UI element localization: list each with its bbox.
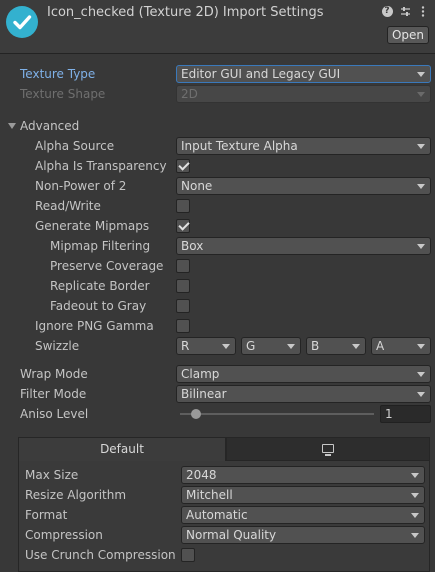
swizzle-b-dropdown[interactable]: B (306, 337, 366, 355)
preserve-coverage-label: Preserve Coverage (50, 259, 164, 273)
swizzle-r-value: R (181, 339, 190, 353)
filter-mode-value: Bilinear (181, 387, 227, 401)
chevron-down-icon (411, 513, 419, 518)
swizzle-b-value: B (311, 339, 320, 353)
resize-algorithm-label: Resize Algorithm (25, 488, 127, 502)
read-write-checkbox[interactable] (176, 199, 190, 213)
chevron-down-icon (411, 533, 419, 538)
texture-shape-dropdown: 2D (176, 85, 431, 103)
presets-icon[interactable] (399, 5, 411, 17)
swizzle-g-value: G (246, 339, 256, 353)
inspector-header: Icon_checked (Texture 2D) Import Setting… (0, 0, 435, 54)
chevron-down-icon (417, 344, 425, 349)
non-power-of-2-value: None (181, 179, 213, 193)
swizzle-a-value: A (376, 339, 385, 353)
compression-dropdown[interactable]: Normal Quality (181, 526, 425, 544)
aniso-slider-thumb[interactable] (191, 409, 202, 419)
tab-default[interactable]: Default (18, 437, 226, 461)
filter-mode-dropdown[interactable]: Bilinear (176, 385, 431, 403)
swizzle-g-dropdown[interactable]: G (241, 337, 301, 355)
non-power-of-2-dropdown[interactable]: None (176, 177, 431, 195)
chevron-down-icon (417, 372, 425, 377)
replicate-border-checkbox[interactable] (176, 279, 190, 293)
mipmap-filtering-dropdown[interactable]: Box (176, 237, 431, 255)
chevron-down-icon (417, 392, 425, 397)
texture-shape-label: Texture Shape (20, 87, 106, 101)
mipmap-filtering-value: Box (181, 239, 204, 253)
aniso-level-field[interactable]: 1 (380, 405, 431, 423)
chevron-down-icon (411, 493, 419, 498)
chevron-down-icon (417, 72, 425, 77)
chevron-down-icon (417, 92, 425, 97)
alpha-source-value: Input Texture Alpha (181, 139, 298, 153)
asset-title: Icon_checked (Texture 2D) Import Setting… (47, 5, 324, 20)
swizzle-r-dropdown[interactable]: R (176, 337, 236, 355)
compression-label: Compression (25, 528, 103, 542)
compression-value: Normal Quality (186, 528, 277, 542)
generate-mipmaps-checkbox[interactable] (176, 219, 190, 233)
format-label: Format (25, 508, 68, 522)
chevron-down-icon (352, 344, 360, 349)
chevron-down-icon (222, 344, 230, 349)
alpha-is-transparency-checkbox[interactable] (176, 159, 190, 173)
chevron-down-icon (411, 473, 419, 478)
mipmap-filtering-label: Mipmap Filtering (50, 239, 151, 253)
replicate-border-label: Replicate Border (50, 279, 150, 293)
swizzle-a-dropdown[interactable]: A (371, 337, 431, 355)
use-crunch-label: Use Crunch Compression (25, 548, 176, 562)
use-crunch-checkbox[interactable] (181, 548, 195, 562)
monitor-icon (322, 444, 334, 456)
aniso-level-label: Aniso Level (20, 407, 89, 421)
max-size-dropdown[interactable]: 2048 (181, 466, 425, 484)
wrap-mode-label: Wrap Mode (20, 367, 88, 381)
texture-shape-value: 2D (181, 87, 198, 101)
wrap-mode-value: Clamp (181, 367, 220, 381)
alpha-is-transparency-label: Alpha Is Transparency (35, 159, 167, 173)
resize-algorithm-value: Mitchell (186, 488, 233, 502)
help-icon[interactable]: ? (381, 5, 393, 17)
preserve-coverage-checkbox[interactable] (176, 259, 190, 273)
chevron-down-icon (417, 184, 425, 189)
ignore-png-gamma-checkbox[interactable] (176, 319, 190, 333)
checkmark-icon (6, 6, 38, 38)
tab-standalone[interactable] (226, 437, 430, 461)
max-size-label: Max Size (25, 468, 79, 482)
format-value: Automatic (186, 508, 248, 522)
kebab-menu-icon[interactable] (417, 5, 429, 17)
swizzle-label: Swizzle (35, 339, 80, 353)
chevron-down-icon (417, 144, 425, 149)
open-button[interactable]: Open (387, 26, 429, 44)
alpha-source-label: Alpha Source (35, 139, 115, 153)
texture-type-value: Editor GUI and Legacy GUI (181, 67, 341, 81)
texture-type-dropdown[interactable]: Editor GUI and Legacy GUI (176, 65, 431, 83)
chevron-down-icon (417, 244, 425, 249)
foldout-arrow-icon[interactable] (8, 123, 16, 129)
ignore-png-gamma-label: Ignore PNG Gamma (35, 319, 154, 333)
read-write-label: Read/Write (35, 199, 101, 213)
alpha-source-dropdown[interactable]: Input Texture Alpha (176, 137, 431, 155)
filter-mode-label: Filter Mode (20, 387, 87, 401)
chevron-down-icon (287, 344, 295, 349)
fadeout-to-gray-label: Fadeout to Gray (50, 299, 147, 313)
texture-type-label: Texture Type (20, 67, 96, 81)
resize-algorithm-dropdown[interactable]: Mitchell (181, 486, 425, 504)
advanced-foldout[interactable]: Advanced (20, 116, 79, 136)
wrap-mode-dropdown[interactable]: Clamp (176, 365, 431, 383)
format-dropdown[interactable]: Automatic (181, 506, 425, 524)
fadeout-to-gray-checkbox[interactable] (176, 299, 190, 313)
max-size-value: 2048 (186, 468, 217, 482)
non-power-of-2-label: Non-Power of 2 (35, 179, 127, 193)
generate-mipmaps-label: Generate Mipmaps (35, 219, 150, 233)
aniso-slider-track[interactable] (180, 413, 374, 415)
